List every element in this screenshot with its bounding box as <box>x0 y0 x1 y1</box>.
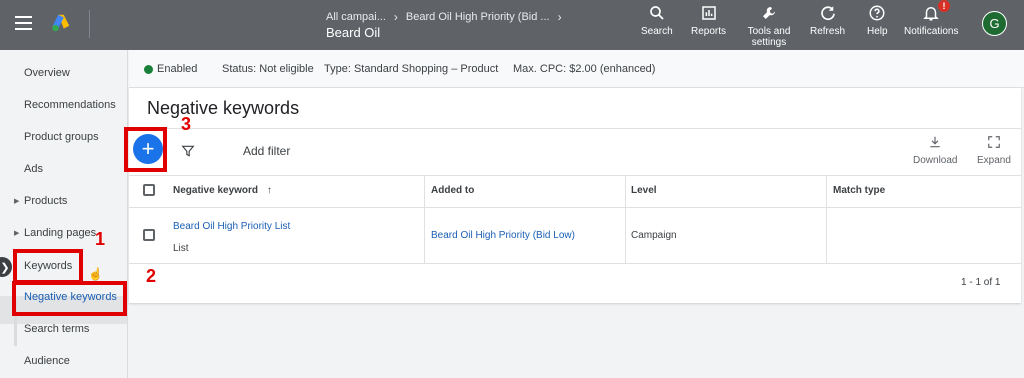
expand-label: Expand <box>977 155 1011 166</box>
sort-ascending-icon[interactable]: ↑ <box>267 185 272 196</box>
tools-and-settings-button[interactable]: Tools and settings <box>745 4 793 48</box>
sidebar-item-ads[interactable]: Ads <box>24 163 43 175</box>
help-button[interactable]: Help <box>867 4 888 37</box>
filter-icon[interactable] <box>181 144 195 158</box>
collapse-sidebar-button[interactable]: ❯ <box>0 257 12 277</box>
enabled-status[interactable]: Enabled <box>157 63 197 75</box>
column-divider <box>424 175 425 263</box>
help-label: Help <box>867 26 888 37</box>
column-header-match-type[interactable]: Match type <box>833 185 885 196</box>
sidebar-item-search-terms[interactable]: Search terms <box>24 323 89 335</box>
annotation-number-3: 3 <box>181 114 192 134</box>
search-button[interactable]: Search <box>641 4 673 37</box>
help-icon <box>869 5 885 21</box>
sidebar: Overview Recommendations Product groups … <box>0 50 128 378</box>
negative-keyword-type: List <box>173 243 189 254</box>
search-icon <box>650 6 664 20</box>
sidebar-item-products[interactable]: Products <box>24 195 67 207</box>
hand-cursor-icon: ☝ <box>88 267 103 281</box>
campaign-type: Type: Standard Shopping – Product <box>324 63 499 75</box>
google-ads-logo[interactable] <box>50 12 72 34</box>
reports-icon <box>701 6 716 20</box>
column-header-added-to[interactable]: Added to <box>431 185 474 196</box>
notification-badge: ! <box>938 0 950 12</box>
reports-button[interactable]: Reports <box>691 4 726 37</box>
wrench-icon <box>763 7 775 19</box>
expand-button[interactable]: Expand <box>977 135 1011 166</box>
level-cell: Campaign <box>631 230 677 241</box>
refresh-icon <box>820 6 835 21</box>
campaign-title[interactable]: Beard Oil <box>326 25 380 40</box>
caret-right-icon: ▶ <box>14 230 20 237</box>
header-divider <box>129 207 1021 208</box>
negative-keywords-card: Negative keywords + Add filter Download … <box>129 88 1021 303</box>
add-filter-button[interactable]: Add filter <box>243 144 290 158</box>
annotation-number-2: 2 <box>146 266 157 286</box>
max-cpc[interactable]: Max. CPC: $2.00 (enhanced) <box>513 63 655 75</box>
top-app-bar: All campai... › Beard Oil High Priority … <box>0 0 1024 50</box>
search-label: Search <box>641 26 673 37</box>
chevron-right-icon: › <box>557 10 562 24</box>
refresh-button[interactable]: Refresh <box>810 4 845 37</box>
download-label: Download <box>913 155 958 166</box>
annotation-number-1: 1 <box>95 229 106 249</box>
column-header-negative-keyword[interactable]: Negative keyword ↑ <box>173 185 272 196</box>
tools-and-settings-label: Tools and settings <box>747 26 791 48</box>
divider <box>129 128 1021 129</box>
table-bottom-border <box>129 263 1021 264</box>
row-checkbox[interactable] <box>143 229 155 241</box>
table-top-border <box>129 175 1021 176</box>
column-header-level[interactable]: Level <box>631 185 657 196</box>
column-header-label: Negative keyword <box>173 185 259 196</box>
reports-label: Reports <box>691 26 727 37</box>
download-icon <box>930 136 940 148</box>
caret-right-icon: ▶ <box>14 198 20 205</box>
chevron-right-icon: › <box>393 10 398 24</box>
sidebar-item-landing-pages[interactable]: Landing pages <box>24 227 96 239</box>
negative-keyword-list-link[interactable]: Beard Oil High Priority List <box>173 221 290 232</box>
eligibility-status: Status: Not eligible <box>222 63 314 75</box>
notifications-label: Notifications <box>904 26 959 37</box>
menu-icon[interactable] <box>15 16 32 30</box>
annotation-box-step-1 <box>13 249 83 284</box>
campaign-status-bar: Enabled Status: Not eligible Type: Stand… <box>129 50 1024 88</box>
sidebar-item-overview[interactable]: Overview <box>24 67 70 79</box>
notifications-button[interactable]: Notifications <box>904 4 958 37</box>
sidebar-item-audience[interactable]: Audience <box>24 355 70 367</box>
sidebar-item-recommendations[interactable]: Recommendations <box>24 99 116 111</box>
column-divider <box>625 175 626 263</box>
annotation-box-step-3 <box>124 127 167 172</box>
refresh-label: Refresh <box>810 26 846 37</box>
download-button[interactable]: Download <box>913 135 957 166</box>
breadcrumb-campaign[interactable]: Beard Oil High Priority (Bid ... <box>406 11 550 23</box>
sidebar-item-product-groups[interactable]: Product groups <box>24 131 99 143</box>
pagination-summary: 1 - 1 of 1 <box>961 277 1001 288</box>
avatar[interactable]: G <box>982 11 1007 36</box>
select-all-checkbox[interactable] <box>143 184 155 196</box>
column-divider <box>826 175 827 263</box>
enabled-status-icon <box>144 65 153 74</box>
page-title: Negative keywords <box>147 98 300 118</box>
breadcrumb-all-campaigns[interactable]: All campai... <box>326 11 386 23</box>
expand-icon <box>988 136 1000 148</box>
annotation-box-step-2 <box>12 281 127 316</box>
header-divider <box>89 10 90 38</box>
breadcrumb: All campai... › Beard Oil High Priority … <box>326 10 562 24</box>
added-to-campaign-link[interactable]: Beard Oil High Priority (Bid Low) <box>431 230 575 241</box>
